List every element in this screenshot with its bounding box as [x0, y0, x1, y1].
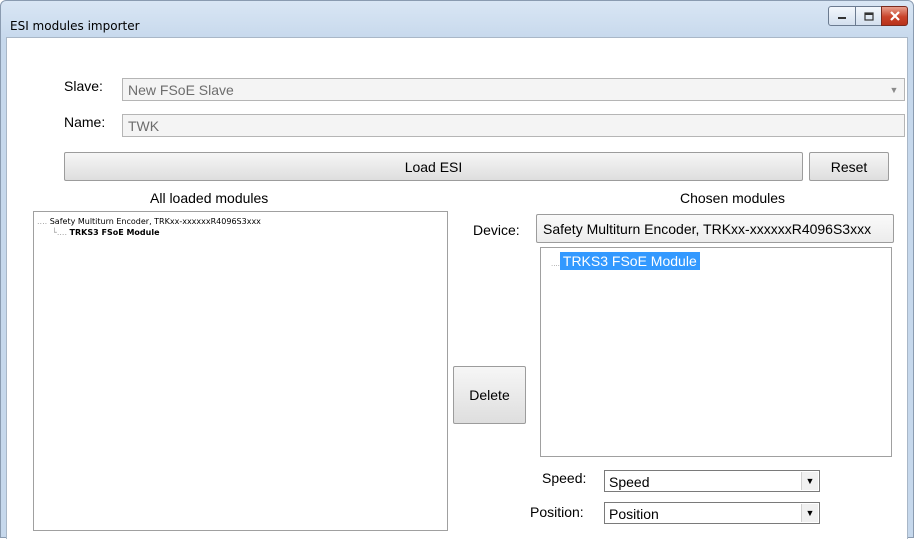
slave-value: New FSoE Slave: [128, 82, 234, 98]
tree-item-chosen-module[interactable]: .... TRKS3 FSoE Module: [551, 252, 700, 270]
minimize-icon: [838, 17, 846, 19]
tree-item-module[interactable]: └.... TRKS3 FSoE Module: [52, 227, 160, 238]
dialog-body: Slave: New FSoE Slave ▼ Name: TWK Load E…: [6, 37, 908, 539]
speed-label: Speed:: [542, 470, 587, 486]
position-dropdown[interactable]: Position ▼: [604, 502, 820, 524]
tree-connector: └....: [52, 228, 67, 237]
maximize-button[interactable]: [855, 6, 882, 26]
all-modules-header: All loaded modules: [150, 190, 269, 206]
slave-label: Slave:: [64, 78, 103, 94]
device-label: Device:: [473, 222, 520, 238]
minimize-button[interactable]: [828, 6, 856, 26]
name-field[interactable]: TWK: [122, 114, 905, 137]
name-value: TWK: [128, 118, 160, 134]
window-frame: ESI modules importer Slave: New FSoE Sla…: [0, 0, 914, 539]
close-button[interactable]: [881, 6, 908, 26]
chosen-modules-tree[interactable]: .... TRKS3 FSoE Module: [540, 247, 892, 457]
title-bar[interactable]: ESI modules importer: [1, 1, 913, 37]
device-selector[interactable]: Safety Multiturn Encoder, TRKxx-xxxxxxR4…: [536, 214, 894, 243]
reset-button[interactable]: Reset: [809, 152, 889, 181]
tree-item-label: TRKS3 FSoE Module: [559, 252, 700, 270]
delete-button[interactable]: Delete: [453, 366, 526, 424]
window-title: ESI modules importer: [10, 19, 140, 33]
close-icon: [889, 11, 900, 21]
speed-value: Speed: [609, 474, 650, 490]
tree-connector: ....: [551, 259, 560, 268]
chevron-down-icon[interactable]: ▼: [886, 81, 902, 98]
slave-dropdown[interactable]: New FSoE Slave ▼: [122, 78, 905, 101]
position-label: Position:: [530, 504, 584, 520]
tree-connector: ....: [37, 217, 48, 226]
tree-item-label: TRKS3 FSoE Module: [69, 228, 160, 237]
speed-dropdown[interactable]: Speed ▼: [604, 470, 820, 492]
all-modules-tree[interactable]: .... Safety Multiturn Encoder, TRKxx-xxx…: [33, 211, 448, 531]
tree-item-label: Safety Multiturn Encoder, TRKxx-xxxxxxR4…: [49, 217, 261, 226]
maximize-icon: [863, 11, 874, 21]
chevron-down-icon[interactable]: ▼: [801, 472, 818, 490]
position-value: Position: [609, 506, 659, 522]
device-value: Safety Multiturn Encoder, TRKxx-xxxxxxR4…: [543, 220, 872, 237]
chosen-modules-header: Chosen modules: [680, 190, 786, 206]
tree-item-device[interactable]: .... Safety Multiturn Encoder, TRKxx-xxx…: [37, 216, 261, 227]
chevron-down-icon[interactable]: ▼: [801, 504, 818, 522]
name-label: Name:: [64, 114, 106, 130]
load-esi-button[interactable]: Load ESI: [64, 152, 803, 181]
